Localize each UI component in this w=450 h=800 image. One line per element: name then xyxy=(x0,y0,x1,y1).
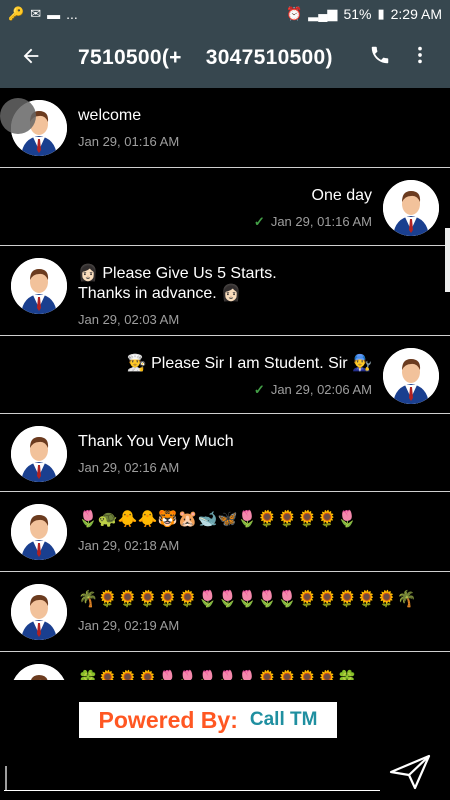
message-row[interactable]: Thank You Very Much Jan 29, 02:16 AM xyxy=(0,414,450,492)
message-time-row: ✓ Jan 29, 02:06 AM xyxy=(127,382,372,398)
avatar[interactable] xyxy=(383,348,439,404)
call-tm-label: Call TM xyxy=(249,709,318,730)
message-input[interactable] xyxy=(4,790,380,791)
status-right: ⏰ ▂▄▆ 51% ▮ 2:29 AM xyxy=(286,6,442,22)
avatar[interactable] xyxy=(11,664,67,680)
message-row[interactable]: One day ✓ Jan 29, 01:16 AM xyxy=(0,168,450,246)
message-timestamp: Jan 29, 02:18 AM xyxy=(78,538,180,553)
more-notifications-text: ... xyxy=(66,6,78,22)
message-text: One day xyxy=(311,187,372,204)
avatar[interactable] xyxy=(11,504,67,560)
phone-icon[interactable] xyxy=(360,44,400,72)
more-vert-icon[interactable] xyxy=(400,44,440,72)
message-body: 🌴🌻🌻🌻🌻🌻🌷🌷🌷🌷🌷🌻🌻🌻🌻🌻🌴 Jan 29, 02:19 AM xyxy=(78,590,417,633)
delivered-check-icon: ✓ xyxy=(253,214,265,229)
message-time-row: ✓ Jan 29, 01:16 AM xyxy=(254,214,372,230)
back-arrow-icon[interactable] xyxy=(10,43,52,74)
message-timestamp: Jan 29, 02:19 AM xyxy=(78,618,180,633)
avatar[interactable] xyxy=(11,258,67,314)
battery-percent: 51% xyxy=(343,6,372,22)
message-text: 🌴🌻🌻🌻🌻🌻🌷🌷🌷🌷🌷🌻🌻🌻🌻🌻🌴 xyxy=(78,591,417,608)
avatar[interactable] xyxy=(383,180,439,236)
message-list[interactable]: welcome Jan 29, 01:16 AM One day ✓ Jan 29, 0… xyxy=(0,88,450,680)
lock-message-icon: ✉ xyxy=(30,6,42,21)
message-row[interactable]: 👨‍🍳 Please Sir I am Student. Sir 👨‍🔧 ✓ Jan… xyxy=(0,336,450,414)
folder-icon: ▬ xyxy=(47,6,61,22)
message-time-row: Jan 29, 02:18 AM xyxy=(78,538,357,553)
chat-toolbar: 7510500(+ 3047510500) xyxy=(0,28,450,88)
send-icon[interactable] xyxy=(388,752,432,792)
message-body: 👨‍🍳 Please Sir I am Student. Sir 👨‍🔧 ✓ Jan… xyxy=(127,354,372,398)
message-row[interactable]: 🌴🌻🌻🌻🌻🌻🌷🌷🌷🌷🌷🌻🌻🌻🌻🌻🌴 Jan 29, 02:19 AM xyxy=(0,572,450,652)
clock: 2:29 AM xyxy=(390,6,442,22)
scroll-handle[interactable] xyxy=(445,228,450,292)
contact-title[interactable]: 7510500(+ 3047510500) xyxy=(52,46,360,70)
message-row[interactable]: 👩🏻 Please Give Us 5 Starts. Thanks in ad… xyxy=(0,246,450,336)
powered-by-banner: Powered By: Call TM xyxy=(79,702,337,738)
alarm-icon: ⏰ xyxy=(286,6,303,21)
message-time-row: Jan 29, 02:19 AM xyxy=(78,618,417,633)
message-body: 🌷🐢🐥🐥🐯🐹🐋🦋🌷🌻🌻🌻🌻🌷 Jan 29, 02:18 AM xyxy=(78,510,357,553)
contact-title-part-2: 3047510500) xyxy=(205,46,333,69)
avatar[interactable] xyxy=(11,584,67,640)
message-text: 👩🏻 Please Give Us 5 Starts. Thanks in ad… xyxy=(78,265,277,302)
contact-title-part-1: 7510500(+ xyxy=(78,46,182,69)
battery-icon: ▮ xyxy=(377,6,385,21)
message-time-row: Jan 29, 02:16 AM xyxy=(78,460,234,475)
compose-bar xyxy=(0,750,450,800)
message-text: 👨‍🍳 Please Sir I am Student. Sir 👨‍🔧 xyxy=(126,355,372,372)
message-timestamp: Jan 29, 02:06 AM xyxy=(270,382,372,397)
delivered-check-icon: ✓ xyxy=(253,382,265,397)
message-text: 🌷🐢🐥🐥🐯🐹🐋🦋🌷🌻🌻🌻🌻🌷 xyxy=(78,511,357,528)
message-row[interactable]: 🌷🐢🐥🐥🐯🐹🐋🦋🌷🌻🌻🌻🌻🌷 Jan 29, 02:18 AM xyxy=(0,492,450,572)
message-timestamp: Jan 29, 02:03 AM xyxy=(78,312,180,327)
message-time-row: Jan 29, 01:16 AM xyxy=(78,134,179,149)
message-timestamp: Jan 29, 01:16 AM xyxy=(78,134,180,149)
message-text: Thank You Very Much xyxy=(78,433,234,450)
message-body: 🍀🌻🌻🌻🌷🌷🌷🌷🌷🌻🌻🌻🌻🍀 xyxy=(78,670,357,680)
signal-icon: ▂▄▆ xyxy=(308,6,338,21)
text-cursor xyxy=(5,766,7,790)
message-body: 👩🏻 Please Give Us 5 Starts. Thanks in ad… xyxy=(78,264,277,327)
message-text: welcome xyxy=(78,107,142,124)
message-time-row: Jan 29, 02:03 AM xyxy=(78,312,277,327)
message-body: Thank You Very Much Jan 29, 02:16 AM xyxy=(78,432,234,475)
floating-chat-head[interactable] xyxy=(0,98,36,134)
message-timestamp: Jan 29, 02:16 AM xyxy=(78,460,180,475)
avatar[interactable] xyxy=(11,426,67,482)
status-bar: 🔑 ✉ ▬ ... ⏰ ▂▄▆ 51% ▮ 2:29 AM xyxy=(0,0,450,28)
message-body: One day ✓ Jan 29, 01:16 AM xyxy=(254,186,372,230)
message-row[interactable]: 🍀🌻🌻🌻🌷🌷🌷🌷🌷🌻🌻🌻🌻🍀 xyxy=(0,652,450,680)
message-timestamp: Jan 29, 01:16 AM xyxy=(270,214,372,229)
message-body: welcome Jan 29, 01:16 AM xyxy=(78,106,179,149)
message-row[interactable]: welcome Jan 29, 01:16 AM xyxy=(0,88,450,168)
status-left: 🔑 ✉ ▬ ... xyxy=(8,6,78,22)
message-text: 🍀🌻🌻🌻🌷🌷🌷🌷🌷🌻🌻🌻🌻🍀 xyxy=(78,671,357,680)
powered-by-label: Powered By: xyxy=(98,706,238,733)
key-icon: 🔑 xyxy=(8,6,25,21)
